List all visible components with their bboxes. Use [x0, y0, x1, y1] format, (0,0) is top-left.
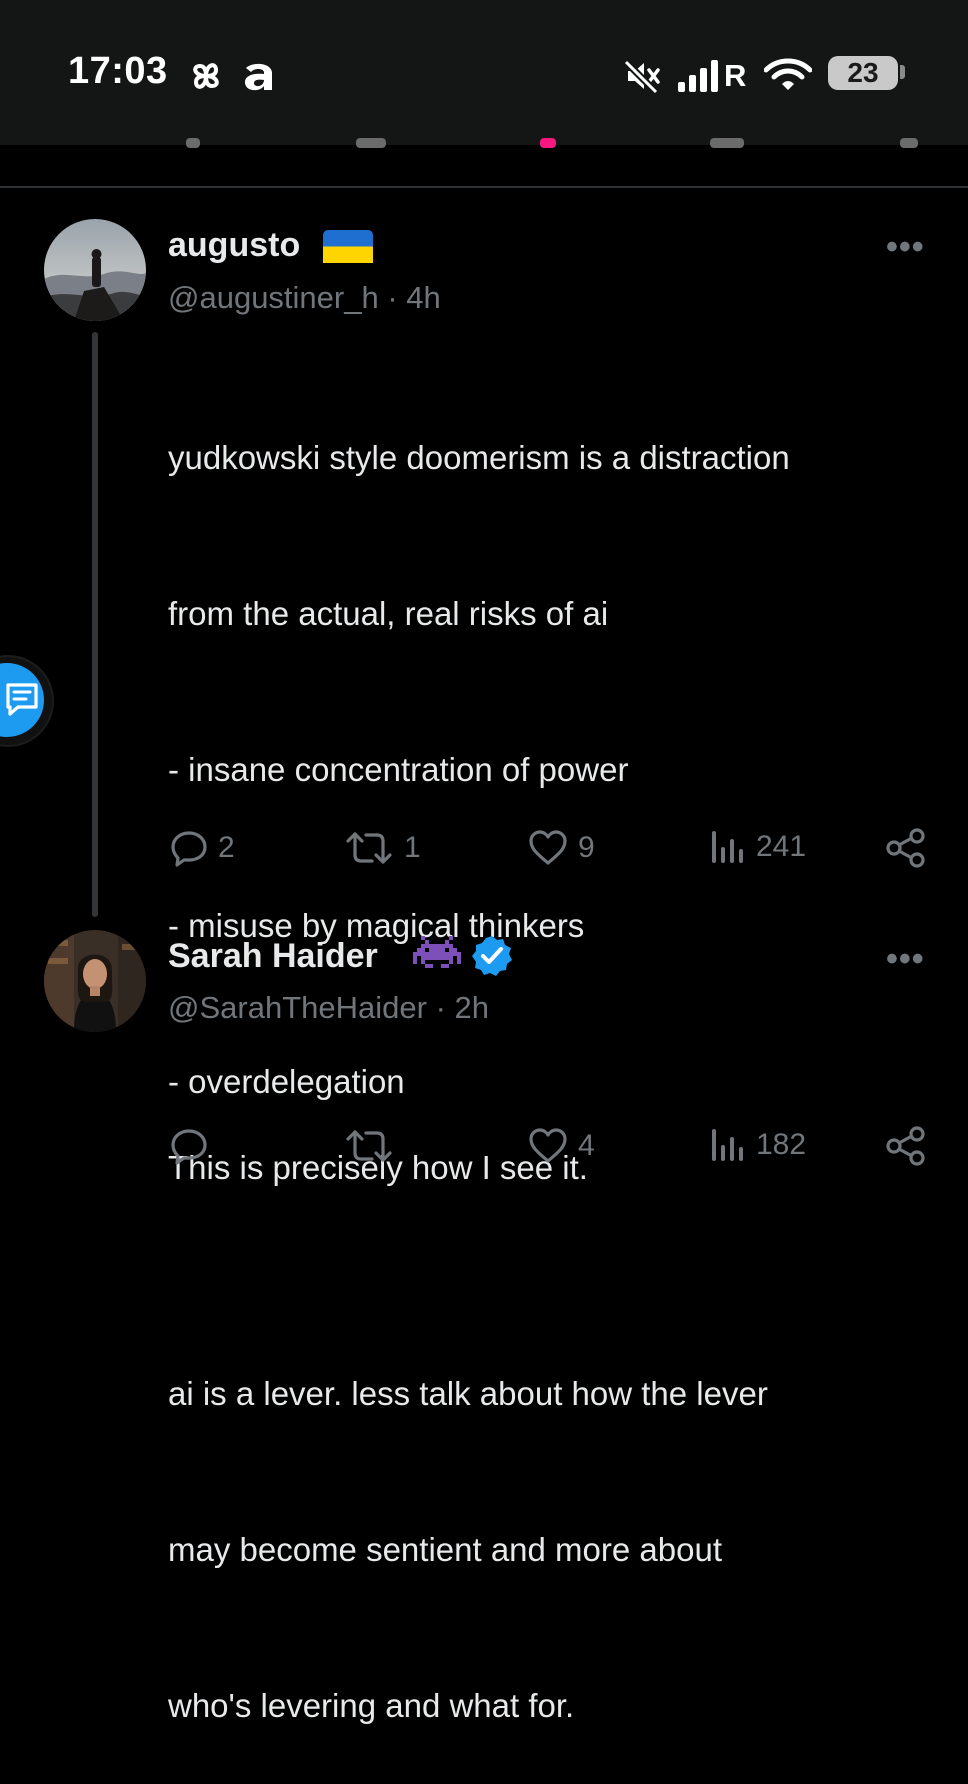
- like-icon: [529, 1128, 567, 1163]
- like-button[interactable]: 4: [528, 1127, 595, 1165]
- ukraine-flag-icon: [323, 230, 373, 263]
- mute-icon: [623, 59, 660, 94]
- scrolled-like-remnant: [540, 138, 556, 148]
- repost-count: 1: [404, 831, 421, 864]
- post-time[interactable]: 4h: [406, 280, 440, 315]
- more-options-button[interactable]: •••: [886, 228, 925, 267]
- handle-text[interactable]: @SarahTheHaider: [168, 990, 427, 1025]
- post-line: yudkowski style doomerism is a distracti…: [168, 439, 790, 476]
- post-line: - insane concentration of power: [168, 751, 629, 788]
- views-button[interactable]: 182: [710, 1127, 806, 1163]
- like-count: 9: [578, 831, 595, 864]
- post-divider: [0, 186, 968, 188]
- scrolled-repost-remnant: [356, 138, 386, 148]
- pinwheel-icon: [193, 63, 219, 89]
- message-icon: [6, 683, 38, 716]
- post-line: ai is a lever. less talk about how the l…: [168, 1375, 768, 1412]
- verified-icon[interactable]: [470, 934, 514, 978]
- scrolled-views-remnant: [710, 138, 744, 148]
- floating-messages-button[interactable]: [0, 655, 54, 747]
- more-options-button[interactable]: •••: [886, 940, 925, 979]
- floating-button-fill: [0, 663, 44, 737]
- battery-level: 23: [828, 56, 898, 90]
- author-handle: @augustiner_h · 4h: [168, 280, 441, 316]
- views-icon: [712, 1129, 743, 1161]
- status-time: 17:03: [68, 50, 168, 92]
- amazon-app-icon: [244, 63, 272, 91]
- reply-icon: [171, 1129, 207, 1165]
- share-icon[interactable]: [885, 828, 927, 868]
- author-handle: @SarahTheHaider · 2h: [168, 990, 489, 1026]
- network-label: R: [724, 58, 747, 93]
- repost-icon: [346, 1130, 392, 1162]
- post-line: who's levering and what for.: [168, 1687, 575, 1724]
- avatar-augusto[interactable]: [44, 219, 146, 321]
- battery-nub: [900, 65, 905, 79]
- handle-text[interactable]: @augustiner_h: [168, 280, 379, 315]
- like-count: 4: [578, 1129, 595, 1162]
- reply-button[interactable]: [170, 1127, 218, 1165]
- like-icon: [529, 830, 567, 865]
- avatar-sarah-haider[interactable]: [44, 930, 146, 1032]
- repost-button[interactable]: [344, 1127, 404, 1165]
- status-bar: 17:03 R 23: [0, 0, 968, 148]
- author-name[interactable]: augusto: [168, 226, 300, 265]
- repost-icon: [346, 832, 392, 864]
- share-icon[interactable]: [885, 1126, 927, 1166]
- reply-count: 2: [218, 831, 235, 864]
- space-invader-icon: [413, 936, 461, 968]
- views-button[interactable]: 241: [710, 829, 806, 865]
- views-count: 182: [756, 1128, 807, 1161]
- meta-separator: ·: [387, 280, 398, 315]
- scrolled-reply-remnant: [186, 138, 200, 148]
- post-line: from the actual, real risks of ai: [168, 595, 609, 632]
- meta-separator: ·: [435, 990, 446, 1025]
- wifi-icon: [764, 58, 812, 90]
- post-time[interactable]: 2h: [455, 990, 489, 1025]
- reply-icon: [171, 831, 207, 867]
- signal-icon: [678, 60, 718, 92]
- like-button[interactable]: 9: [528, 829, 595, 867]
- scrolled-share-remnant: [900, 138, 918, 148]
- author-name[interactable]: Sarah Haider: [168, 937, 378, 976]
- views-icon: [712, 831, 743, 863]
- views-count: 241: [756, 830, 807, 863]
- post-line: may become sentient and more about: [168, 1531, 722, 1568]
- reply-button[interactable]: 2: [170, 829, 235, 867]
- thread-line: [92, 332, 98, 917]
- repost-button[interactable]: 1: [344, 829, 421, 867]
